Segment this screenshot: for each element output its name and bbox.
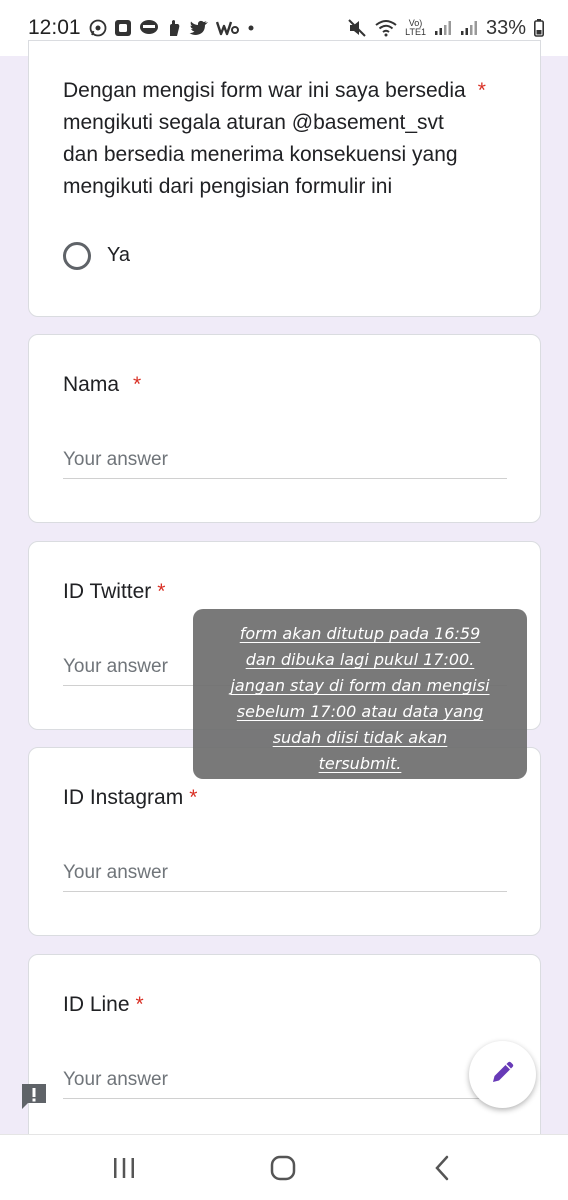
battery-icon — [534, 19, 544, 37]
lte-label-bottom: LTE1 — [405, 27, 426, 37]
notification-icons — [89, 19, 255, 37]
agreement-line-3: dan bersedia menerima konsekuensi yang — [63, 143, 458, 166]
nama-question: Nama * — [63, 373, 142, 396]
toast-line-4: sebelum 17:00 atau data yang — [236, 702, 484, 721]
nama-input-underline — [63, 478, 507, 479]
agreement-question: Dengan mengisi form war ini saya bersedi… — [63, 75, 486, 203]
line-card: ID Line * Your answer — [28, 954, 541, 1154]
pencil-icon — [490, 1059, 516, 1090]
line-input-underline — [63, 1098, 507, 1099]
notice-toast: form akan ditutup pada 16:59 dan dibuka … — [193, 609, 527, 779]
instagram-input-underline — [63, 891, 507, 892]
mute-icon — [347, 18, 367, 38]
android-nav-bar — [0, 1134, 568, 1200]
nama-input[interactable]: Your answer — [63, 449, 168, 471]
ya-option-label[interactable]: Ya — [107, 244, 130, 267]
recent-apps-button[interactable] — [109, 1153, 139, 1183]
agreement-line-4: mengikuti dari pengisian formulir ini — [63, 175, 393, 198]
agreement-card: Dengan mengisi form war ini saya bersedi… — [28, 40, 541, 317]
instagram-question: ID Instagram * — [63, 786, 198, 809]
hand-icon — [166, 19, 182, 37]
toast-line-3: jangan stay di form dan mengisi — [230, 676, 490, 695]
required-mark: * — [157, 580, 166, 603]
nama-card: Nama * Your answer — [28, 334, 541, 523]
line-question: ID Line * — [63, 993, 144, 1016]
app-square-icon — [114, 19, 132, 37]
required-mark: * — [477, 79, 486, 102]
whatsapp-icon — [89, 19, 107, 37]
ya-radio-button[interactable] — [63, 242, 91, 270]
lte-indicator: Vo) LTE1 — [405, 19, 426, 37]
required-mark: * — [133, 373, 142, 396]
signal-icon — [434, 20, 452, 36]
required-mark: * — [189, 786, 198, 809]
back-button[interactable] — [427, 1153, 457, 1183]
webtoon-icon — [215, 19, 240, 37]
twitter-icon — [189, 20, 209, 36]
toast-line-6: tersubmit. — [318, 754, 402, 773]
twitter-question: ID Twitter * — [63, 580, 166, 603]
status-time: 12:01 — [28, 16, 81, 39]
agreement-line-1: Dengan mengisi form war ini saya bersedi… — [63, 79, 486, 102]
toast-line-1: form akan ditutup pada 16:59 — [239, 624, 481, 643]
dot-icon — [247, 24, 255, 32]
required-mark: * — [135, 993, 144, 1016]
line-input[interactable]: Your answer — [63, 1069, 168, 1091]
home-button[interactable] — [268, 1153, 298, 1183]
twitter-input[interactable]: Your answer — [63, 656, 168, 678]
edit-fab-button[interactable] — [469, 1041, 536, 1108]
toast-line-5: sudah diisi tidak akan — [272, 728, 448, 747]
agreement-line-2: mengikuti segala aturan @basement_svt — [63, 111, 444, 134]
report-problem-icon[interactable] — [19, 1081, 49, 1111]
signal-icon-2 — [460, 20, 478, 36]
battery-percent: 33% — [485, 16, 526, 39]
toast-line-2: dan dibuka lagi pukul 17:00. — [245, 650, 475, 669]
instagram-input[interactable]: Your answer — [63, 862, 168, 884]
line-icon — [139, 19, 159, 37]
wifi-icon — [375, 19, 397, 37]
